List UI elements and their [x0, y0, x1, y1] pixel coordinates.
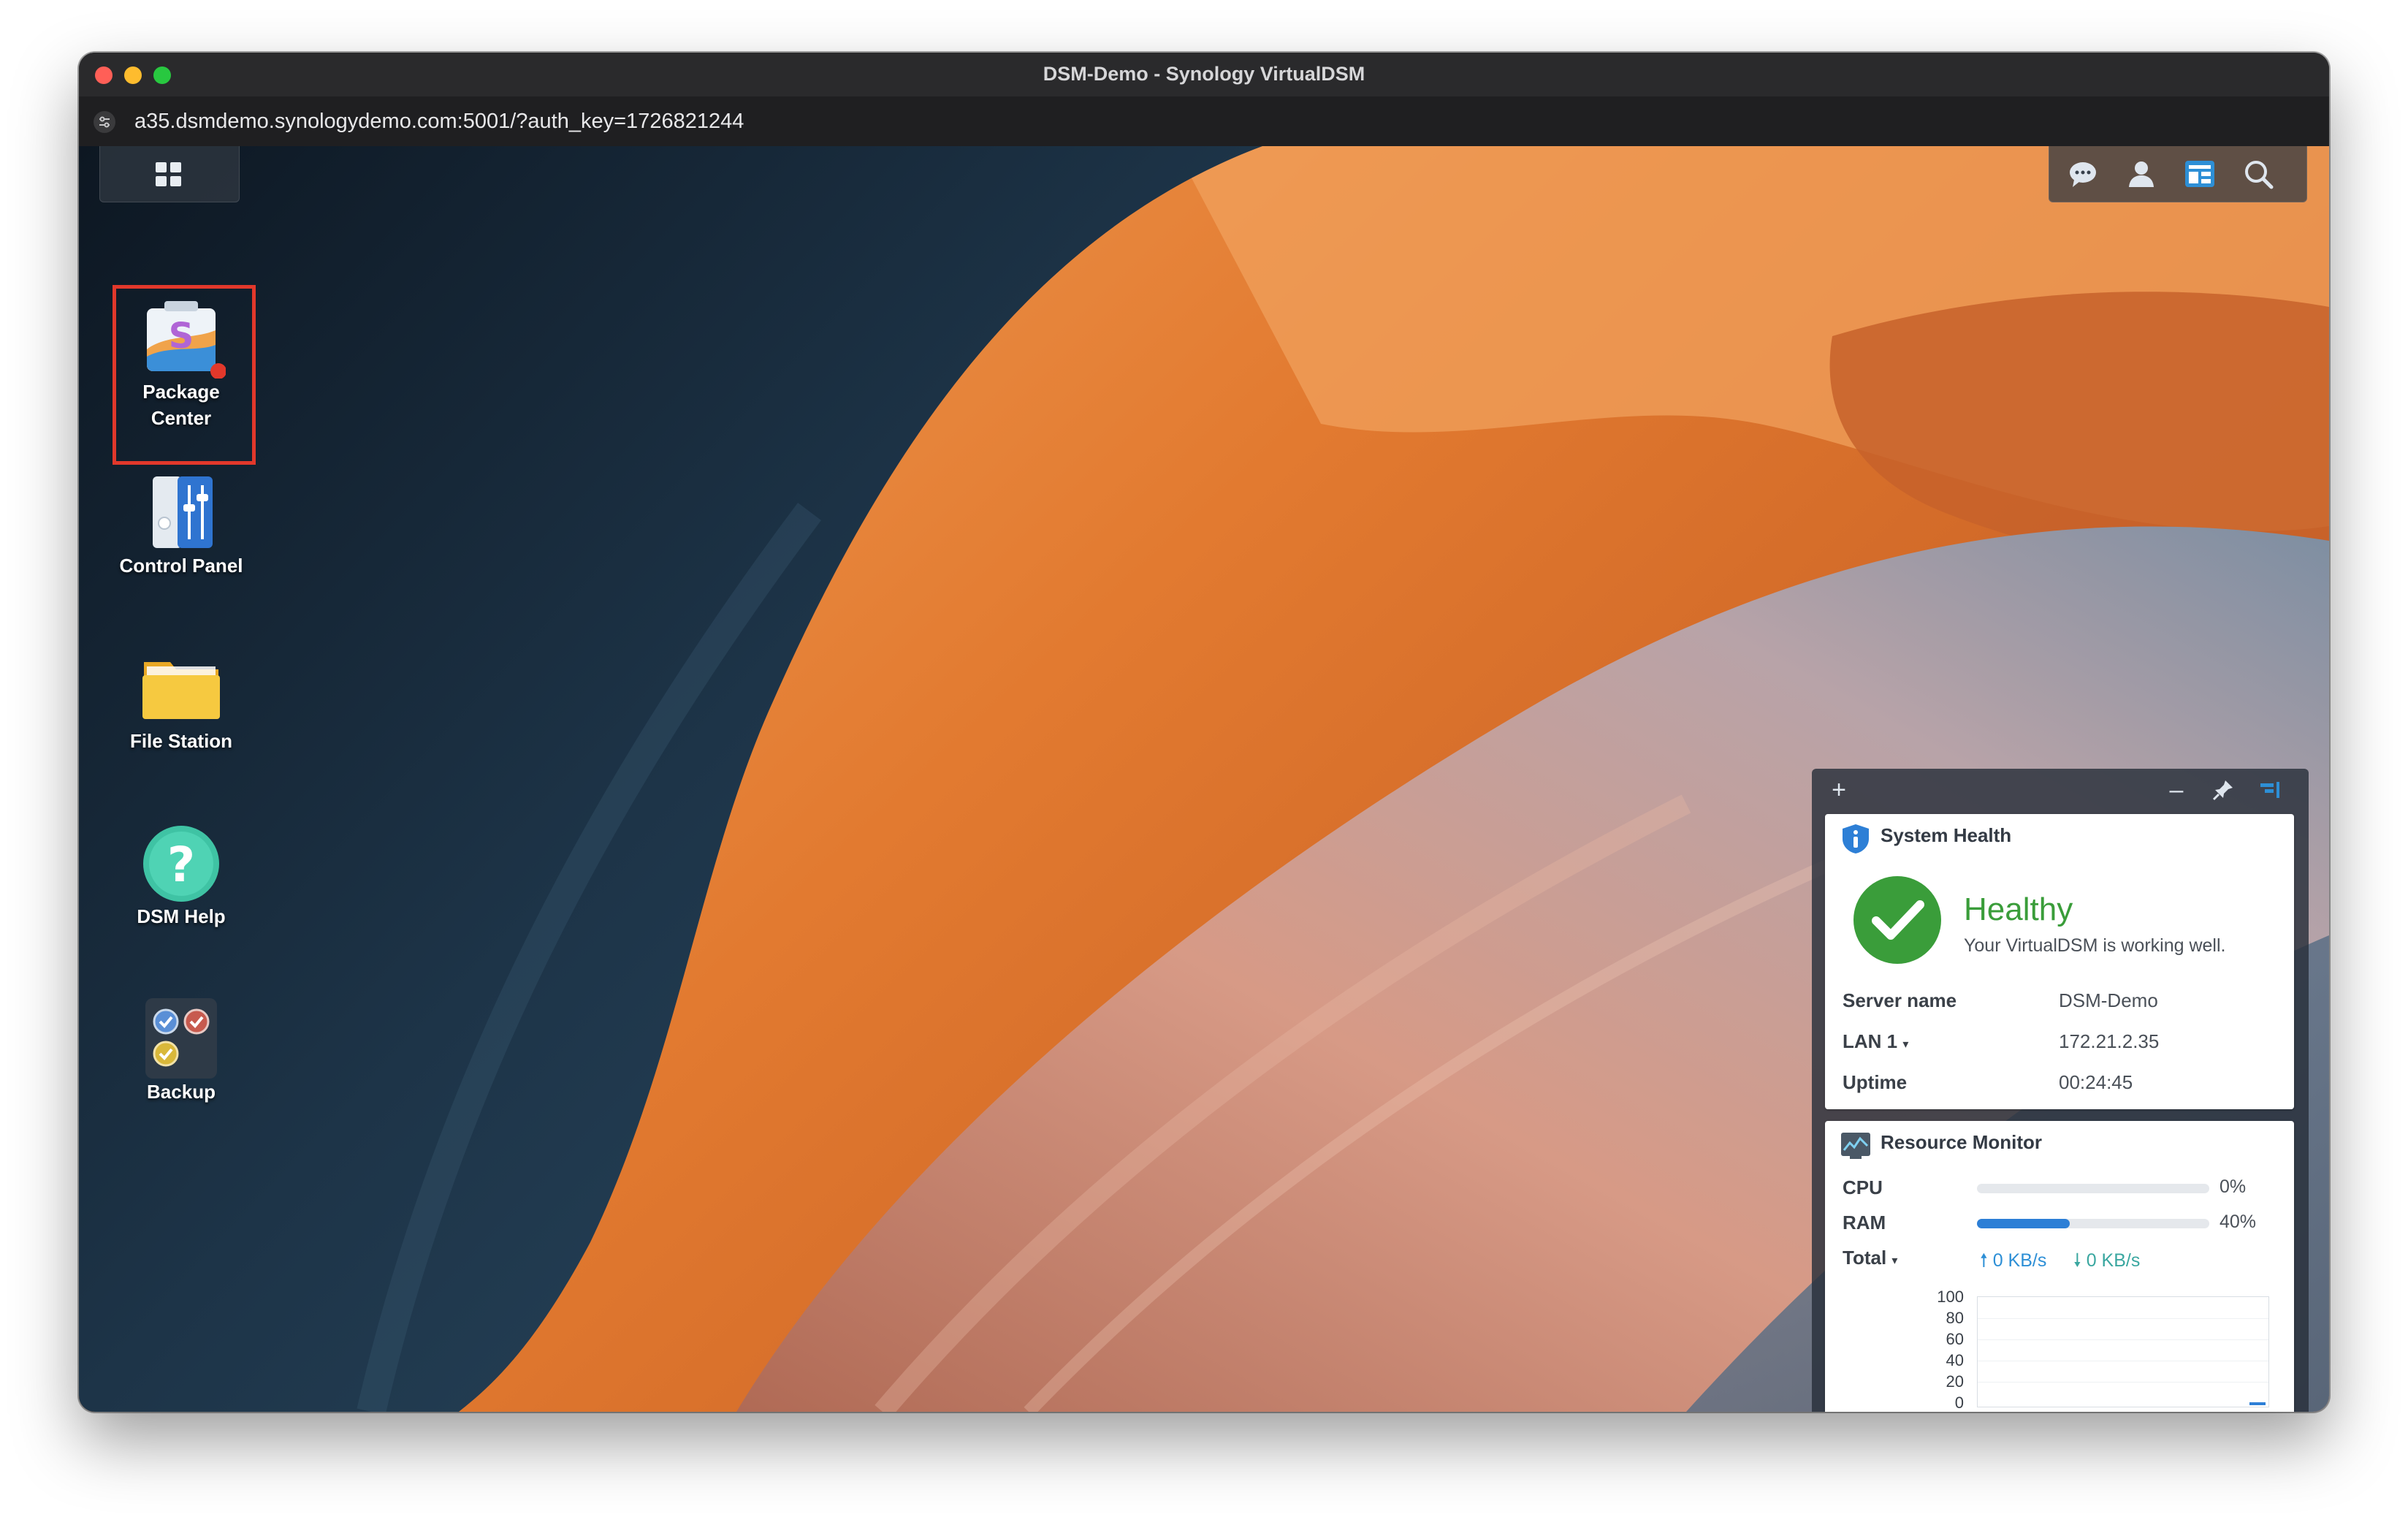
package-center-label-line1: Package — [142, 381, 220, 403]
folder-icon — [137, 647, 226, 728]
desktop-icon-control-panel[interactable]: Control Panel — [111, 472, 251, 579]
ram-usage-fill — [1977, 1219, 2070, 1228]
server-name-label: Server name — [1843, 989, 1957, 1011]
chat-icon[interactable] — [2067, 158, 2099, 190]
address-bar[interactable]: a35.dsmdemo.synologydemo.com:5001/?auth_… — [79, 96, 2329, 147]
download-arrow-icon: 🠗 — [2073, 1250, 2081, 1271]
backup-icon — [137, 998, 226, 1079]
chart-tick-0: 0 — [1954, 1394, 1964, 1412]
chart-tick-100: 100 — [1937, 1288, 1964, 1306]
widget-toggle-icon[interactable] — [2258, 777, 2282, 802]
chevron-down-icon: ▾ — [1891, 1255, 1898, 1267]
chart-series-mark — [2249, 1402, 2266, 1405]
search-icon[interactable] — [2242, 158, 2274, 190]
network-chart — [1977, 1296, 2269, 1407]
upload-rate: 🠕 0 KB/s — [1980, 1247, 2046, 1278]
url-text[interactable]: a35.dsmdemo.synologydemo.com:5001/?auth_… — [134, 110, 744, 134]
dsm-help-label: DSM Help — [137, 905, 226, 927]
control-panel-icon — [137, 472, 226, 552]
lan-selector[interactable]: LAN 1 ▾ — [1843, 1030, 1908, 1053]
network-total-selector[interactable]: Total ▾ — [1843, 1247, 1897, 1269]
resource-monitor-title: Resource Monitor — [1881, 1131, 2043, 1153]
pin-icon[interactable] — [2211, 777, 2236, 802]
chart-gridline — [1978, 1339, 2268, 1340]
desktop-icon-dsm-help[interactable]: ? DSM Help — [111, 823, 251, 929]
add-icon[interactable]: + — [1826, 777, 1851, 802]
widgets-icon[interactable] — [2184, 158, 2216, 190]
window-title: DSM-Demo - Synology VirtualDSM — [1043, 63, 1365, 85]
chart-tick-80: 80 — [1946, 1309, 1964, 1327]
file-station-label: File Station — [129, 730, 233, 752]
control-panel-label: Control Panel — [119, 555, 243, 577]
network-total-label: Total — [1843, 1247, 1887, 1269]
widget-panel: + – System Health Healthy Your VirtualDS… — [1812, 769, 2309, 1412]
chart-tick-20: 20 — [1946, 1372, 1964, 1391]
system-health-title: System Health — [1881, 824, 2012, 846]
widget-panel-header: + – — [1812, 769, 2309, 811]
download-rate: 🠗 0 KB/s — [2073, 1247, 2140, 1278]
site-settings-icon[interactable] — [94, 111, 115, 133]
ram-value: 40% — [2220, 1212, 2257, 1232]
resource-monitor-icon — [1841, 1133, 1870, 1159]
package-center-label-line2: Center — [150, 407, 212, 429]
browser-window: DSM-Demo - Synology VirtualDSM a35.dsmde… — [79, 53, 2329, 1412]
lan-label: LAN 1 — [1843, 1030, 1898, 1052]
info-shield-icon — [1843, 824, 1869, 853]
desktop-icon-file-station[interactable]: File Station — [111, 647, 251, 754]
svg-text:?: ? — [167, 837, 195, 893]
desktop-icon-backup[interactable]: Backup — [111, 998, 251, 1105]
chart-tick-40: 40 — [1946, 1351, 1964, 1369]
chevron-down-icon: ▾ — [1902, 1038, 1909, 1051]
svg-text:S: S — [169, 316, 194, 357]
title-bar: DSM-Demo - Synology VirtualDSM — [79, 53, 2329, 97]
resource-monitor-widget: Resource Monitor CPU 0% RAM 40% Total ▾ … — [1825, 1121, 2294, 1412]
chart-tick-60: 60 — [1946, 1330, 1964, 1348]
package-center-icon: S — [137, 298, 226, 379]
health-status: Healthy — [1964, 891, 2073, 927]
system-health-widget: System Health Healthy Your VirtualDSM is… — [1825, 814, 2294, 1109]
upload-arrow-icon: 🠕 — [1980, 1250, 1988, 1271]
health-description: Your VirtualDSM is working well. — [1964, 935, 2226, 956]
server-name-value: DSM-Demo — [2059, 989, 2158, 1011]
main-menu-icon — [156, 162, 181, 186]
upload-rate-value: 0 KB/s — [1992, 1250, 2047, 1271]
ram-label: RAM — [1843, 1212, 1886, 1233]
healthy-check-icon — [1853, 876, 1941, 964]
desktop: S Package Center Control Panel File Stat… — [79, 146, 2329, 1412]
cpu-value: 0% — [2220, 1176, 2247, 1197]
taskbar-tray — [2049, 146, 2307, 202]
minimize-icon[interactable]: – — [2164, 777, 2189, 802]
lan-ip-value: 172.21.2.35 — [2059, 1030, 2160, 1052]
cpu-usage-bar — [1977, 1184, 2209, 1193]
download-rate-value: 0 KB/s — [2086, 1250, 2141, 1271]
uptime-label: Uptime — [1843, 1071, 1908, 1093]
chart-gridline — [1978, 1382, 2268, 1383]
cpu-label: CPU — [1843, 1176, 1883, 1198]
chart-gridline — [1978, 1318, 2268, 1319]
desktop-icon-package-center[interactable]: S Package Center — [111, 298, 251, 431]
main-menu-button[interactable] — [99, 146, 240, 202]
help-icon: ? — [137, 823, 226, 903]
backup-label: Backup — [147, 1081, 216, 1103]
uptime-value: 00:24:45 — [2059, 1071, 2133, 1093]
user-icon[interactable] — [2125, 158, 2157, 190]
ram-usage-bar — [1977, 1219, 2209, 1228]
